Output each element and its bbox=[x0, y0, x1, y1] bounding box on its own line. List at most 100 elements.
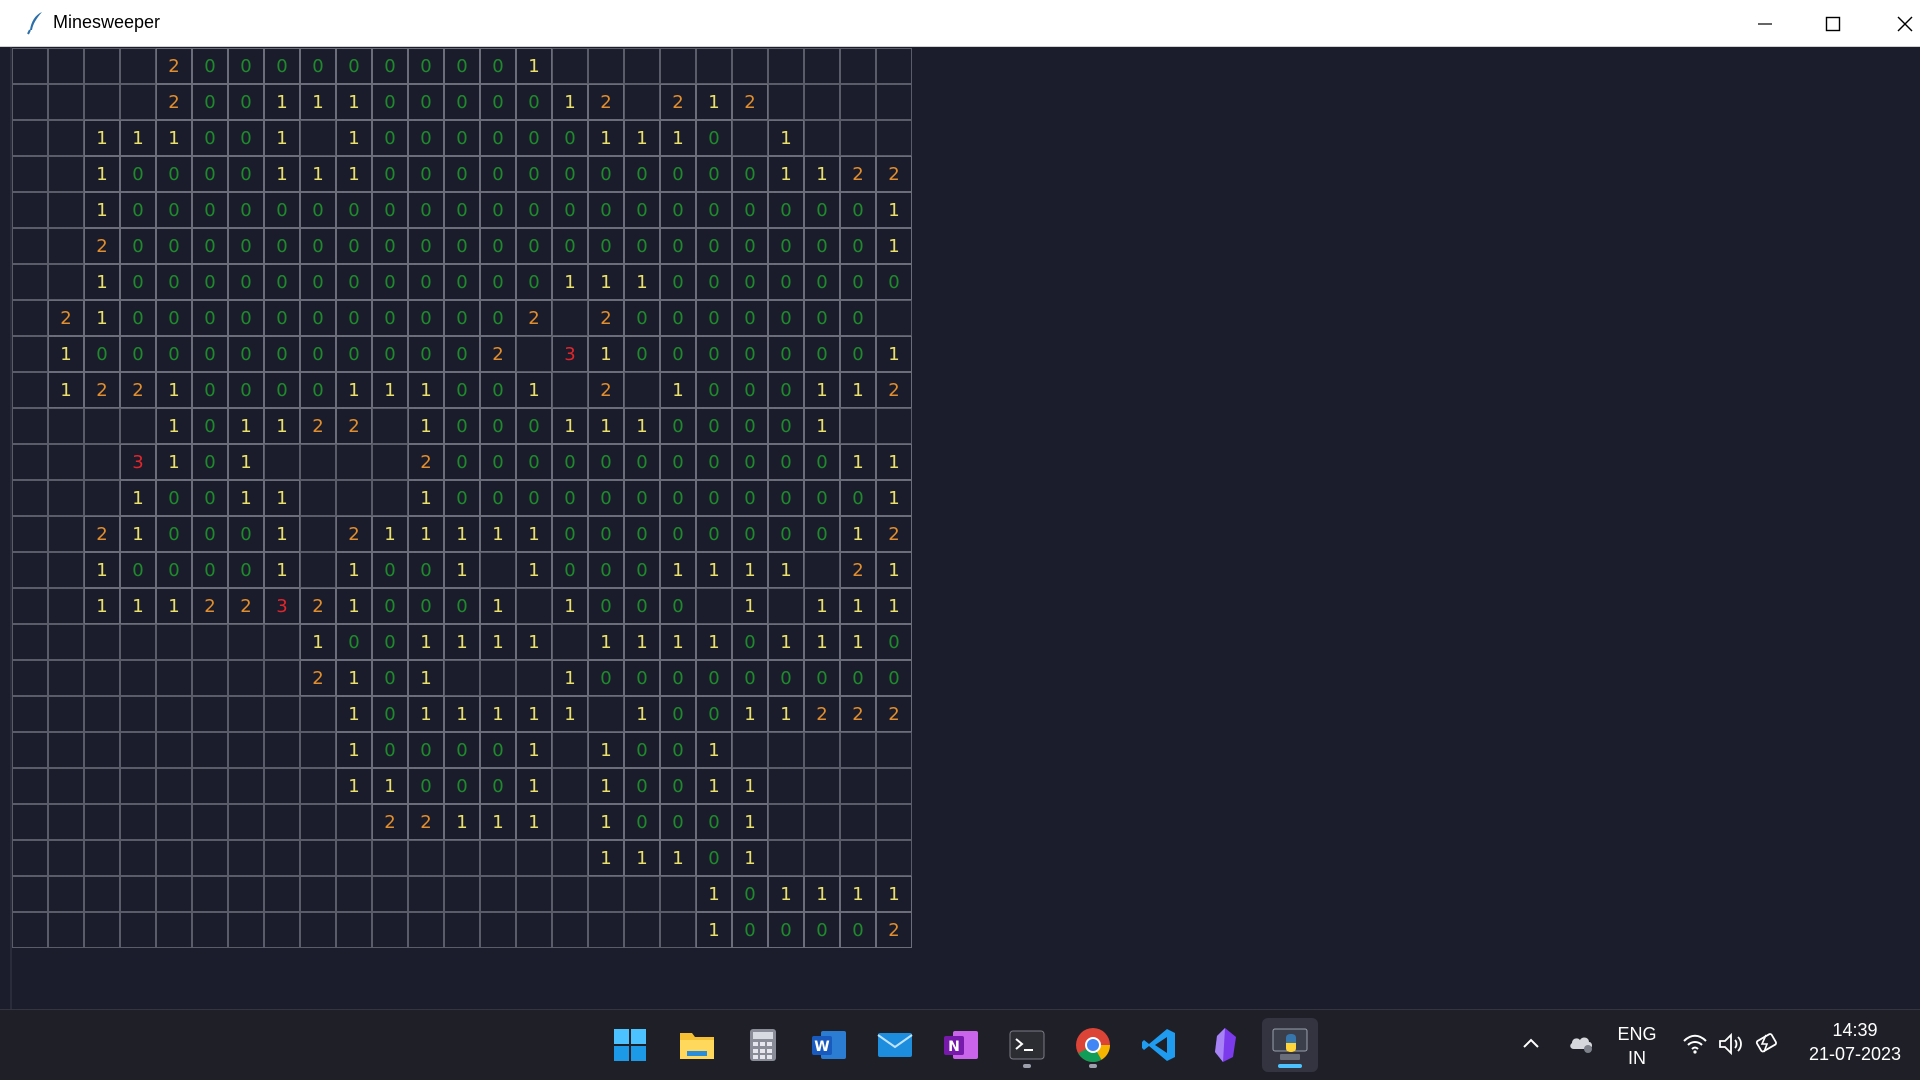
board-cell[interactable] bbox=[156, 732, 192, 768]
board-cell[interactable]: 0 bbox=[516, 408, 552, 444]
board-cell[interactable] bbox=[48, 588, 84, 624]
board-cell[interactable]: 1 bbox=[876, 588, 912, 624]
board-cell[interactable]: 0 bbox=[732, 516, 768, 552]
board-cell[interactable]: 2 bbox=[480, 336, 516, 372]
board-cell[interactable] bbox=[264, 804, 300, 840]
board-cell[interactable]: 0 bbox=[120, 264, 156, 300]
board-cell[interactable] bbox=[48, 624, 84, 660]
board-cell[interactable] bbox=[660, 876, 696, 912]
board-cell[interactable] bbox=[552, 624, 588, 660]
board-cell[interactable] bbox=[624, 84, 660, 120]
board-cell[interactable] bbox=[876, 84, 912, 120]
board-cell[interactable]: 1 bbox=[732, 696, 768, 732]
board-cell[interactable]: 2 bbox=[876, 156, 912, 192]
board-cell[interactable] bbox=[120, 624, 156, 660]
board-cell[interactable] bbox=[228, 840, 264, 876]
board-cell[interactable] bbox=[480, 552, 516, 588]
board-cell[interactable] bbox=[408, 876, 444, 912]
board-cell[interactable]: 1 bbox=[408, 696, 444, 732]
board-cell[interactable]: 1 bbox=[84, 588, 120, 624]
board-cell[interactable] bbox=[48, 408, 84, 444]
board-cell[interactable]: 1 bbox=[480, 696, 516, 732]
board-cell[interactable]: 0 bbox=[408, 48, 444, 84]
board-cell[interactable] bbox=[228, 732, 264, 768]
board-cell[interactable] bbox=[444, 660, 480, 696]
board-cell[interactable] bbox=[12, 516, 48, 552]
board-cell[interactable]: 0 bbox=[696, 408, 732, 444]
board-cell[interactable]: 0 bbox=[444, 156, 480, 192]
board-cell[interactable]: 0 bbox=[372, 264, 408, 300]
board-cell[interactable]: 1 bbox=[876, 480, 912, 516]
board-cell[interactable] bbox=[120, 48, 156, 84]
board-cell[interactable] bbox=[300, 876, 336, 912]
board-cell[interactable]: 1 bbox=[552, 84, 588, 120]
board-cell[interactable] bbox=[84, 480, 120, 516]
board-cell[interactable] bbox=[624, 912, 660, 948]
board-cell[interactable]: 0 bbox=[264, 192, 300, 228]
board-cell[interactable]: 0 bbox=[660, 804, 696, 840]
board-cell[interactable]: 2 bbox=[840, 156, 876, 192]
board-cell[interactable]: 0 bbox=[696, 444, 732, 480]
board-cell[interactable]: 0 bbox=[120, 336, 156, 372]
board-cell[interactable]: 0 bbox=[804, 300, 840, 336]
board-cell[interactable]: 0 bbox=[444, 120, 480, 156]
board-cell[interactable]: 0 bbox=[660, 336, 696, 372]
board-cell[interactable]: 1 bbox=[552, 660, 588, 696]
board-cell[interactable]: 0 bbox=[408, 552, 444, 588]
board-cell[interactable] bbox=[876, 48, 912, 84]
board-cell[interactable] bbox=[12, 264, 48, 300]
board-cell[interactable] bbox=[300, 804, 336, 840]
board-cell[interactable]: 0 bbox=[624, 552, 660, 588]
board-cell[interactable]: 0 bbox=[768, 228, 804, 264]
board-cell[interactable]: 0 bbox=[768, 408, 804, 444]
board-cell[interactable]: 1 bbox=[84, 120, 120, 156]
board-cell[interactable]: 0 bbox=[516, 192, 552, 228]
board-cell[interactable]: 0 bbox=[840, 660, 876, 696]
board-cell[interactable] bbox=[300, 732, 336, 768]
board-cell[interactable] bbox=[372, 408, 408, 444]
close-button[interactable] bbox=[1870, 0, 1920, 47]
board-cell[interactable]: 0 bbox=[444, 372, 480, 408]
board-cell[interactable]: 0 bbox=[300, 300, 336, 336]
board-cell[interactable] bbox=[48, 264, 84, 300]
board-cell[interactable] bbox=[840, 120, 876, 156]
board-cell[interactable]: 0 bbox=[228, 336, 264, 372]
board-cell[interactable] bbox=[264, 660, 300, 696]
board-cell[interactable]: 0 bbox=[876, 264, 912, 300]
board-cell[interactable] bbox=[840, 408, 876, 444]
board-cell[interactable] bbox=[516, 660, 552, 696]
board-cell[interactable]: 1 bbox=[516, 696, 552, 732]
board-cell[interactable] bbox=[768, 768, 804, 804]
board-cell[interactable]: 1 bbox=[732, 588, 768, 624]
board-cell[interactable]: 1 bbox=[156, 408, 192, 444]
board-cell[interactable]: 1 bbox=[336, 120, 372, 156]
board-cell[interactable]: 0 bbox=[408, 228, 444, 264]
board-cell[interactable]: 0 bbox=[408, 768, 444, 804]
board-cell[interactable]: 2 bbox=[732, 84, 768, 120]
board-cell[interactable]: 0 bbox=[300, 48, 336, 84]
board-cell[interactable]: 0 bbox=[264, 264, 300, 300]
board-cell[interactable] bbox=[84, 84, 120, 120]
board-cell[interactable]: 0 bbox=[624, 300, 660, 336]
board-cell[interactable]: 0 bbox=[516, 264, 552, 300]
board-cell[interactable]: 0 bbox=[120, 192, 156, 228]
board-cell[interactable]: 1 bbox=[408, 408, 444, 444]
board-cell[interactable] bbox=[264, 768, 300, 804]
board-cell[interactable]: 0 bbox=[480, 48, 516, 84]
board-cell[interactable]: 0 bbox=[660, 588, 696, 624]
board-cell[interactable]: 0 bbox=[480, 192, 516, 228]
board-cell[interactable]: 1 bbox=[516, 804, 552, 840]
board-cell[interactable]: 0 bbox=[588, 228, 624, 264]
board-cell[interactable]: 0 bbox=[372, 552, 408, 588]
board-cell[interactable]: 1 bbox=[840, 588, 876, 624]
board-cell[interactable]: 0 bbox=[552, 480, 588, 516]
board-cell[interactable]: 1 bbox=[732, 768, 768, 804]
board-cell[interactable]: 1 bbox=[696, 732, 732, 768]
onedrive-cloud-icon[interactable] bbox=[1568, 1032, 1594, 1054]
board-cell[interactable]: 0 bbox=[408, 732, 444, 768]
board-cell[interactable] bbox=[12, 48, 48, 84]
board-cell[interactable]: 0 bbox=[732, 372, 768, 408]
board-cell[interactable]: 0 bbox=[624, 516, 660, 552]
board-cell[interactable]: 0 bbox=[768, 480, 804, 516]
board-cell[interactable] bbox=[156, 768, 192, 804]
